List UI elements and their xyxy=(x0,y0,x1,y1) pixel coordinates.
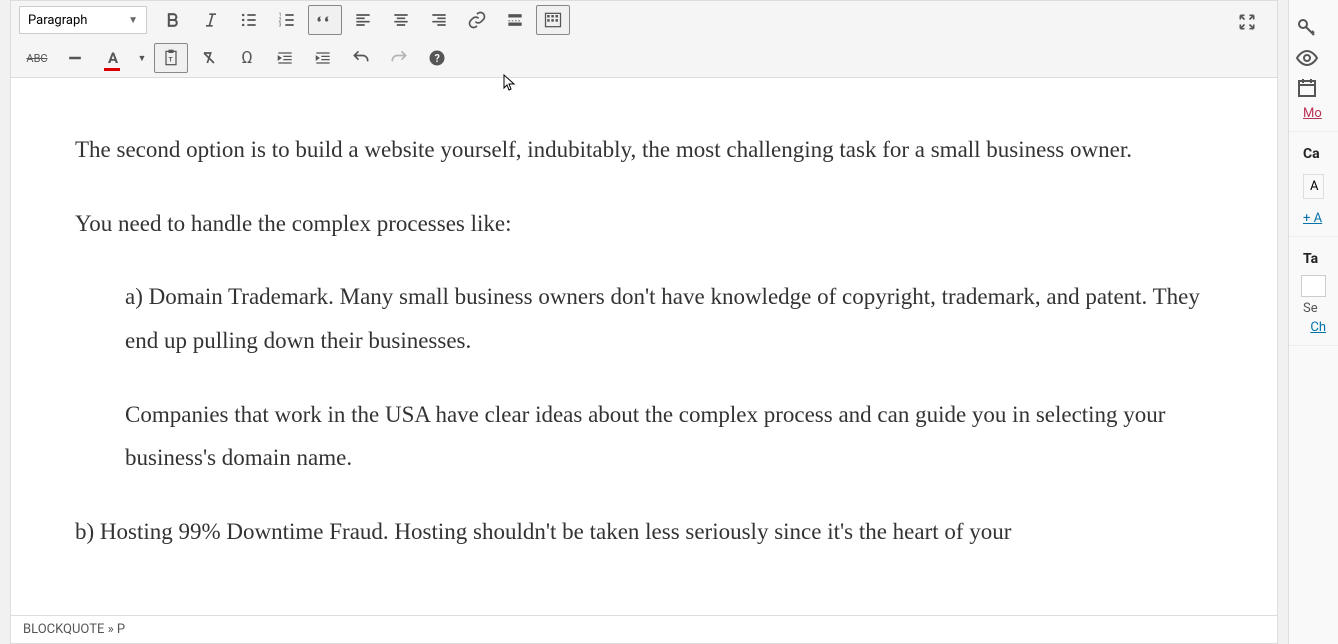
toolbar-row-2: ABC A ▼ T Ω ? xyxy=(11,39,1277,77)
add-category-link[interactable]: + A xyxy=(1295,211,1322,226)
read-more-button[interactable] xyxy=(498,5,532,35)
calendar-icon xyxy=(1295,76,1319,100)
italic-button[interactable] xyxy=(194,5,228,35)
help-button[interactable]: ? xyxy=(420,43,454,73)
fullscreen-button[interactable] xyxy=(1230,7,1264,37)
right-sidebar: Mo Ca A + A Ta Se Ch xyxy=(1288,0,1338,644)
tag-input[interactable] xyxy=(1301,275,1326,297)
outdent-button[interactable] xyxy=(268,43,302,73)
bold-button[interactable] xyxy=(156,5,190,35)
numbered-list-button[interactable]: 123 xyxy=(270,5,304,35)
blockquote-button[interactable] xyxy=(308,5,342,35)
strikethrough-button[interactable]: ABC xyxy=(20,43,54,73)
align-center-button[interactable] xyxy=(384,5,418,35)
category-item[interactable]: A xyxy=(1303,174,1324,199)
format-label: Paragraph xyxy=(28,13,87,28)
paste-text-button[interactable]: T xyxy=(154,43,188,73)
align-left-button[interactable] xyxy=(346,5,380,35)
svg-text:T: T xyxy=(169,55,173,63)
separate-text: Se xyxy=(1295,301,1332,316)
horizontal-rule-button[interactable] xyxy=(58,43,92,73)
tags-label: Ta xyxy=(1295,247,1332,271)
toolbar: Paragraph ▼ 123 ABC A ▼ T Ω xyxy=(11,1,1277,78)
editor-container: Paragraph ▼ 123 ABC A ▼ T Ω xyxy=(10,0,1278,644)
bullet-list-button[interactable] xyxy=(232,5,266,35)
eye-icon xyxy=(1295,46,1319,70)
content-paragraph: You need to handle the complex processes… xyxy=(75,202,1213,246)
editor-content[interactable]: The second option is to build a website … xyxy=(11,78,1277,608)
text-color-button[interactable]: A xyxy=(96,43,130,73)
content-paragraph: Companies that work in the USA have clea… xyxy=(125,393,1213,480)
redo-button[interactable] xyxy=(382,43,416,73)
content-paragraph: a) Domain Trademark. Many small business… xyxy=(125,275,1213,362)
key-icon xyxy=(1295,16,1319,40)
sidebar-more-link[interactable]: Mo xyxy=(1295,106,1332,121)
sidebar-section-tags: Ta Se Ch xyxy=(1289,237,1338,346)
align-right-button[interactable] xyxy=(422,5,456,35)
element-path[interactable]: BLOCKQUOTE » P xyxy=(23,622,125,637)
toolbar-row-1: Paragraph ▼ 123 xyxy=(11,1,1277,39)
text-color-dropdown[interactable]: ▼ xyxy=(134,43,150,73)
svg-text:?: ? xyxy=(435,52,440,65)
status-bar: BLOCKQUOTE » P xyxy=(11,615,1277,643)
choose-link[interactable]: Ch xyxy=(1302,320,1326,335)
undo-button[interactable] xyxy=(344,43,378,73)
special-character-button[interactable]: Ω xyxy=(230,43,264,73)
content-paragraph: b) Hosting 99% Downtime Fraud. Hosting s… xyxy=(75,510,1213,554)
clear-formatting-button[interactable] xyxy=(192,43,226,73)
toolbar-toggle-button[interactable] xyxy=(536,5,570,35)
chevron-down-icon: ▼ xyxy=(128,15,138,26)
format-dropdown[interactable]: Paragraph ▼ xyxy=(19,6,147,34)
indent-button[interactable] xyxy=(306,43,340,73)
content-paragraph: The second option is to build a website … xyxy=(75,128,1213,172)
sidebar-section-publish: Mo xyxy=(1289,0,1338,132)
link-button[interactable] xyxy=(460,5,494,35)
color-bar xyxy=(104,68,120,71)
sidebar-section-categories: Ca A + A xyxy=(1289,132,1338,237)
svg-text:3: 3 xyxy=(279,23,282,29)
categories-label: Ca xyxy=(1295,142,1332,166)
